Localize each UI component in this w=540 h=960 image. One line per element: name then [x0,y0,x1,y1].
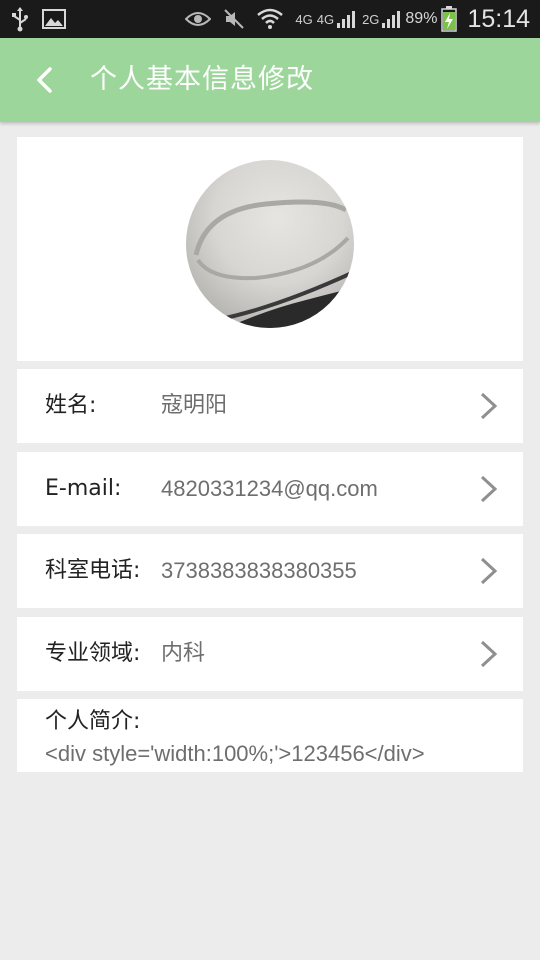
name-row[interactable]: 姓名: 寇明阳 [17,369,523,443]
mute-icon [223,8,245,30]
eye-icon [185,10,212,28]
chevron-right-icon [480,475,498,503]
email-value: 4820331234@qq.com [161,476,378,501]
wifi-icon [257,8,284,30]
back-button[interactable] [22,58,66,102]
phone-row[interactable]: 科室电话: 3738383838380355 [17,534,523,608]
chevron-right-icon [480,392,498,420]
chevron-right-icon [480,557,498,585]
usb-icon [10,6,30,32]
name-label: 姓名: [45,393,97,418]
specialty-value: 内科 [161,641,206,666]
avatar-photo [193,199,354,328]
phone-label: 科室电话: [45,558,141,583]
page-title: 个人基本信息修改 [90,64,314,95]
intro-value: <div style='width:100%;'>123456</div> [45,741,425,766]
battery-charging-icon [441,6,458,32]
signal-2g-bars-icon: 2G [362,9,401,29]
email-row[interactable]: E-mail: 4820331234@qq.com [17,452,523,526]
intro-label: 个人简介: [45,709,141,734]
email-label: E-mail: [45,476,122,501]
battery-percent: 89% [405,10,438,27]
clock: 15:14 [467,4,530,33]
avatar-card[interactable] [17,137,523,361]
specialty-row[interactable]: 专业领域: 内科 [17,617,523,691]
status-bar: 4G 4G 2G 89% 15:14 [0,0,540,38]
image-icon [42,8,66,30]
phone-value: 3738383838380355 [161,558,357,583]
signal-4g-bars-icon: 4G [317,9,356,29]
avatar[interactable] [186,160,354,328]
chevron-right-icon [480,640,498,668]
back-arrow-icon [37,67,52,93]
signal-4g-icon: 4G [295,11,313,27]
name-value: 寇明阳 [161,393,228,418]
header-bar: 个人基本信息修改 [0,38,540,122]
intro-card[interactable]: 个人简介: <div style='width:100%;'>123456</d… [17,699,523,772]
specialty-label: 专业领域: [45,641,141,666]
